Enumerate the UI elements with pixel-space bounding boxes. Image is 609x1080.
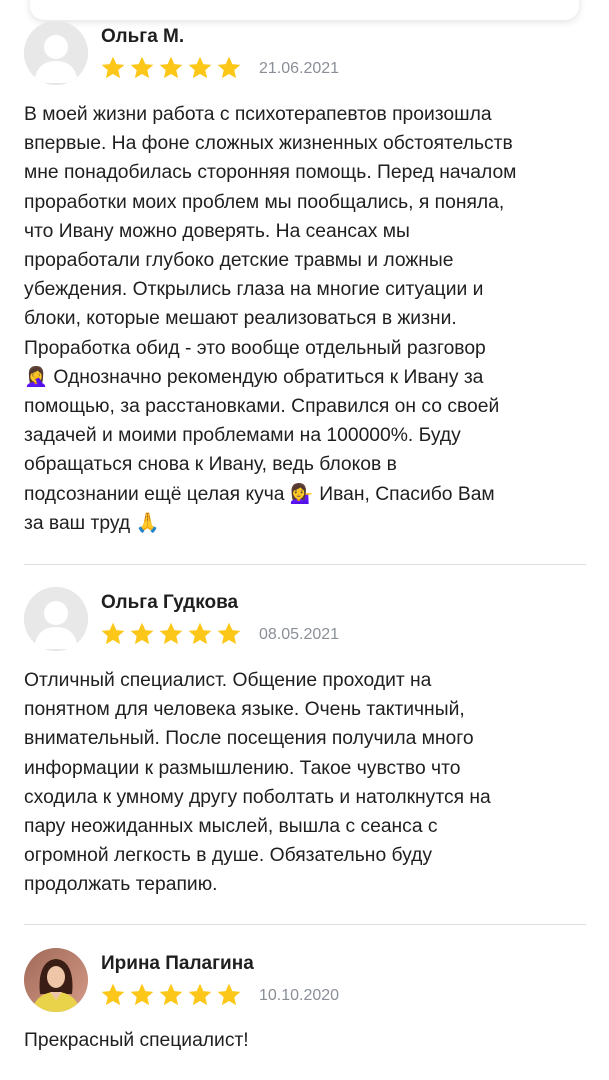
review-date: 21.06.2021 bbox=[259, 60, 340, 77]
review-text-line: блоки, которые мешают реализоваться в жи… bbox=[24, 308, 457, 330]
review-text-line: задачей и моими проблемами на 100000%. Б… bbox=[24, 425, 461, 447]
review-text-line: проработали глубоко детские травмы и лож… bbox=[24, 250, 454, 272]
review-text-line: обращаться снова к Ивану, ведь блоков в bbox=[24, 454, 397, 476]
review-text-line: что Ивану можно доверять. На сеансах мы bbox=[24, 220, 410, 242]
star-icon bbox=[101, 622, 125, 645]
review-text-line: мне понадобилась сторонняя помощь. Перед… bbox=[24, 162, 517, 184]
star-icon bbox=[130, 56, 154, 79]
review-text-line: помощью, за расстановками. Справился он … bbox=[24, 396, 500, 418]
review-text-line: Прекрасный специалист! bbox=[24, 1030, 249, 1051]
review-divider bbox=[24, 564, 586, 565]
user-avatar-icon[interactable] bbox=[24, 21, 88, 85]
review-date: 10.10.2020 bbox=[259, 987, 340, 1004]
review-text-line: проработки моих проблем мы пообщались, я… bbox=[24, 191, 505, 213]
star-icon bbox=[217, 622, 241, 645]
previous-card bbox=[30, 0, 579, 20]
rating-stars bbox=[100, 982, 242, 1008]
star-icon bbox=[217, 983, 241, 1006]
star-icon bbox=[159, 56, 183, 79]
star-icon bbox=[188, 622, 212, 645]
star-icon bbox=[159, 983, 183, 1006]
review-text-line: 🤦‍♀️ Однозначно рекомендую обратиться к … bbox=[24, 366, 484, 388]
review-text-line: продолжать терапию. bbox=[24, 874, 218, 896]
review-text: Отличный специалист. Общение проходит на… bbox=[24, 666, 599, 900]
review-author[interactable]: Ольга Гудкова bbox=[101, 592, 238, 614]
review-text-line: впервые. На фоне сложных жизненных обсто… bbox=[24, 133, 513, 155]
star-icon bbox=[188, 56, 212, 79]
star-icon bbox=[101, 56, 125, 79]
star-icon bbox=[159, 622, 183, 645]
review-text-line: Отличный специалист. Общение проходит на bbox=[24, 670, 432, 691]
review-text: В моей жизни работа с психотерапевтов пр… bbox=[24, 100, 599, 538]
star-icon bbox=[188, 983, 212, 1006]
review-divider bbox=[24, 924, 586, 925]
star-icon bbox=[130, 983, 154, 1006]
review-text-line: за ваш труд 🙏 bbox=[24, 512, 160, 534]
review-text-line: пару неожиданных мыслей, вышла с сеанса … bbox=[24, 816, 438, 838]
review-text-line: понятном для человека языке. Очень такти… bbox=[24, 699, 465, 721]
review-text-line: огромной легкость в душе. Обязательно бу… bbox=[24, 845, 433, 867]
review-text-line: подсознании ещё целая куча 💁‍♀️ Иван, Сп… bbox=[24, 483, 495, 505]
star-icon bbox=[217, 56, 241, 79]
review-author[interactable]: Ирина Палагина bbox=[101, 953, 254, 975]
rating-stars bbox=[100, 621, 242, 647]
review-text: Прекрасный специалист! bbox=[24, 1026, 599, 1055]
user-avatar-icon[interactable] bbox=[24, 587, 88, 651]
review-text-line: информации к размышлению. Такое чувство … bbox=[24, 757, 461, 779]
star-icon bbox=[130, 622, 154, 645]
rating-stars bbox=[100, 55, 242, 81]
review-text-line: Проработка обид - это вообще отдельный р… bbox=[24, 337, 486, 359]
user-photo-avatar[interactable] bbox=[24, 948, 88, 1012]
review-text-line: В моей жизни работа с психотерапевтов пр… bbox=[24, 104, 492, 125]
review-date: 08.05.2021 bbox=[259, 626, 340, 643]
review-text-line: внимательный. После посещения получила м… bbox=[24, 728, 474, 750]
review-text-line: убеждения. Открылись глаза на многие сит… bbox=[24, 279, 484, 301]
review-author[interactable]: Ольга М. bbox=[101, 26, 184, 48]
star-icon bbox=[101, 983, 125, 1006]
review-text-line: сходила к умному другу поболтать и натол… bbox=[24, 786, 491, 808]
